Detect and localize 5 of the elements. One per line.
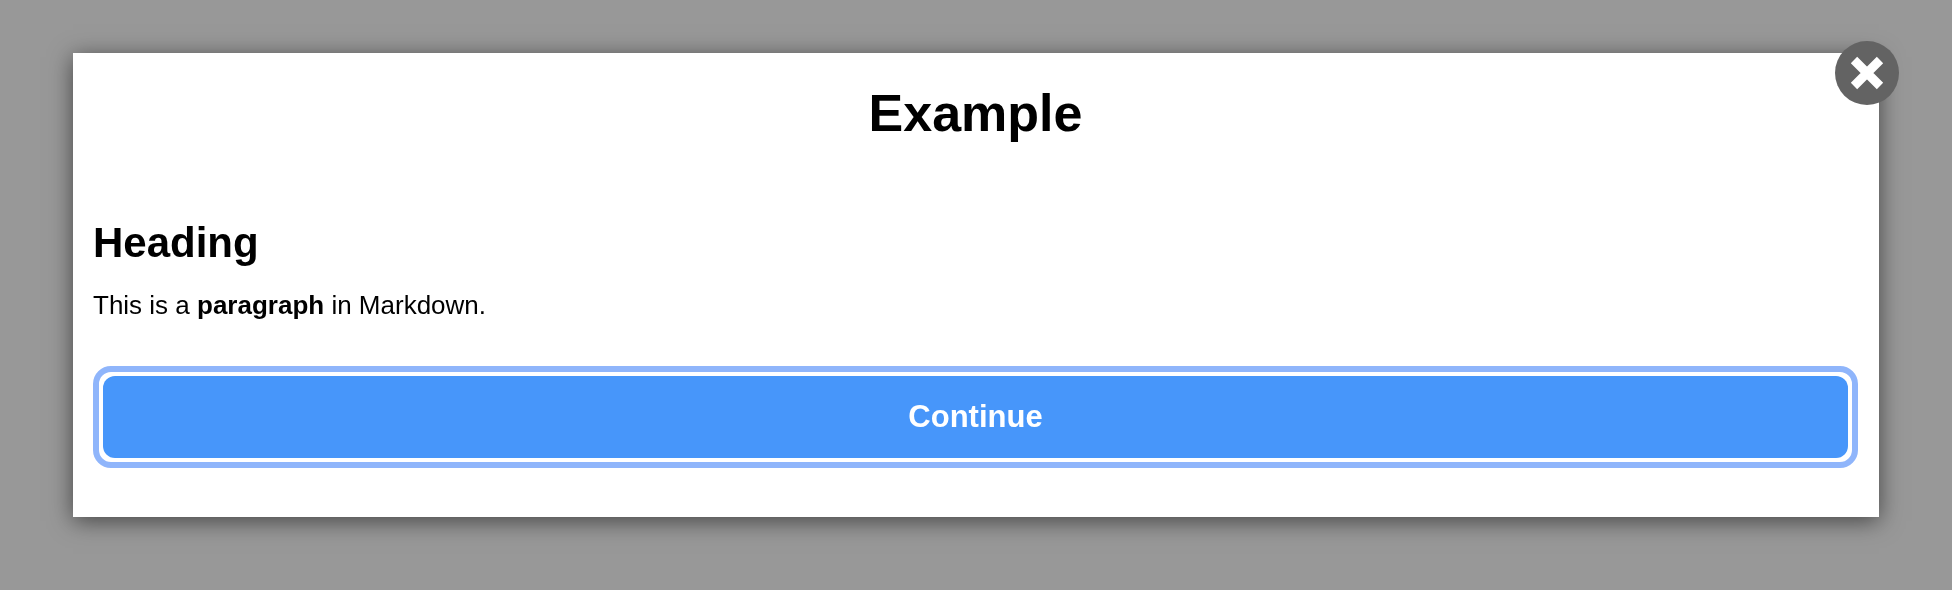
close-icon[interactable]	[1835, 41, 1899, 105]
heading: Heading	[93, 219, 260, 267]
dialog-title: Example	[867, 83, 1084, 143]
paragraph: This is a paragraph in Markdown.	[93, 289, 488, 321]
continue-button[interactable]: Continue	[103, 376, 1848, 458]
